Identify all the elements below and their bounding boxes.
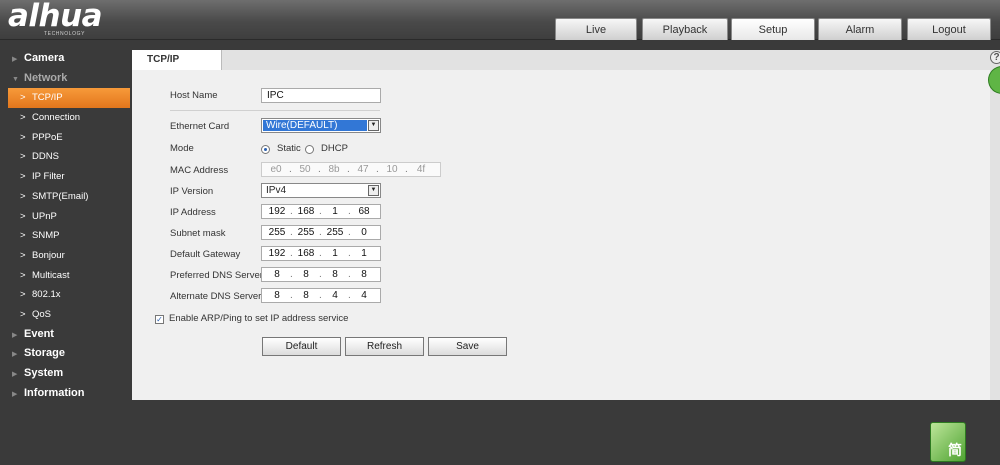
- subnet-mask-input[interactable]: 255. 255. 255. 0: [261, 225, 381, 240]
- tab-playback[interactable]: Playback: [642, 18, 728, 40]
- sidebar-item-label: Bonjour: [32, 249, 65, 261]
- sidebar-item-camera[interactable]: ▶ Camera: [0, 49, 132, 69]
- sidebar-item-label: PPPoE: [32, 131, 63, 143]
- alternate-dns-label: Alternate DNS Server: [170, 291, 262, 302]
- sidebar-item-smtp[interactable]: > SMTP(Email): [0, 187, 132, 207]
- sidebar-item-ddns[interactable]: > DDNS: [0, 147, 132, 167]
- brand-logo: alhua: [8, 0, 103, 34]
- sidebar-item-tcpip[interactable]: > TCP/IP: [8, 88, 130, 109]
- sidebar-item-label: DDNS: [32, 151, 59, 163]
- ip-version-value: IPv4: [266, 185, 287, 196]
- arp-ping-label: Enable ARP/Ping to set IP address servic…: [169, 313, 349, 324]
- sidebar-item-ip-filter[interactable]: > IP Filter: [0, 167, 132, 187]
- sidebar-item-storage[interactable]: ▶ Storage: [0, 344, 132, 364]
- sidebar-item-label: UPnP: [32, 210, 57, 222]
- sidebar-item-snmp[interactable]: > SNMP: [0, 226, 132, 246]
- sidebar-item-8021x[interactable]: >802.1x: [0, 285, 132, 305]
- tab-alarm[interactable]: Alarm: [818, 18, 902, 40]
- mac-address-label: MAC Address: [170, 165, 229, 176]
- mac-address-field: e0. 50. 8b. 47. 10. 4f: [261, 162, 441, 177]
- mode-dhcp-label: DHCP: [321, 143, 348, 154]
- brand-subtitle: TECHNOLOGY: [44, 31, 86, 37]
- sidebar-item-system[interactable]: ▶ System: [0, 364, 132, 384]
- sidebar-item-label: SNMP: [32, 230, 60, 242]
- sidebar-item-label: QoS: [32, 308, 52, 320]
- sidebar-item-label: System: [24, 367, 64, 379]
- ethernet-card-label: Ethernet Card: [170, 121, 230, 132]
- language-label: 简: [948, 442, 962, 458]
- host-name-label: Host Name: [170, 90, 218, 101]
- arp-ping-checkbox[interactable]: ✓: [155, 315, 164, 324]
- sidebar-item-label: Connection: [32, 112, 81, 124]
- sidebar-item-label: TCP/IP: [32, 92, 63, 104]
- chevron-down-icon[interactable]: ▼: [368, 185, 379, 196]
- mode-dhcp-radio[interactable]: [305, 145, 314, 154]
- ip-version-select[interactable]: IPv4 ▼: [261, 183, 381, 198]
- save-button[interactable]: Save: [428, 337, 507, 356]
- tab-logout[interactable]: Logout: [907, 18, 991, 40]
- sidebar-item-label: 802.1x: [32, 289, 61, 301]
- sidebar-item-bonjour[interactable]: > Bonjour: [0, 246, 132, 266]
- mode-static-radio[interactable]: [261, 145, 270, 154]
- sidebar-item-network[interactable]: ▼ Network: [0, 69, 132, 89]
- tab-setup[interactable]: Setup: [731, 18, 815, 40]
- chevron-down-icon[interactable]: ▼: [368, 120, 379, 131]
- sidebar-item-information[interactable]: ▶ Information: [0, 384, 132, 404]
- preferred-dns-label: Preferred DNS Server: [170, 270, 263, 281]
- default-gateway-label: Default Gateway: [170, 249, 241, 260]
- ip-address-input[interactable]: 192. 168. 1. 68: [261, 204, 381, 219]
- sidebar-item-label: SMTP(Email): [32, 190, 89, 202]
- sidebar-item-label: Network: [24, 71, 68, 84]
- top-header: alhua TECHNOLOGY Live Playback Setup Ala…: [0, 0, 1000, 40]
- sidebar-item-upnp[interactable]: > UPnP: [0, 207, 132, 227]
- mode-static-label: Static: [277, 143, 301, 154]
- host-name-input[interactable]: IPC: [261, 88, 381, 103]
- refresh-button[interactable]: Refresh: [345, 337, 424, 356]
- sidebar: ▶ Camera ▼ Network > TCP/IP > Connection > PP…: [0, 49, 132, 403]
- sidebar-item-event[interactable]: ▶ Event: [0, 325, 132, 345]
- default-button[interactable]: Default: [262, 337, 341, 356]
- sidebar-item-label: Event: [24, 327, 54, 340]
- sidebar-item-pppoe[interactable]: > PPPoE: [0, 128, 132, 148]
- sidebar-item-connection[interactable]: > Connection: [0, 108, 132, 128]
- ip-version-label: IP Version: [170, 186, 214, 197]
- alternate-dns-input[interactable]: 8. 8. 4. 4: [261, 288, 381, 303]
- help-icon[interactable]: ?: [990, 51, 1000, 64]
- divider: [170, 110, 380, 111]
- sidebar-item-multicast[interactable]: > Multicast: [0, 266, 132, 286]
- default-gateway-input[interactable]: 192. 168. 1. 1: [261, 246, 381, 261]
- subnet-mask-label: Subnet mask: [170, 228, 226, 239]
- tab-tcpip[interactable]: TCP/IP: [132, 50, 222, 70]
- sidebar-item-label: IP Filter: [32, 171, 65, 183]
- sidebar-item-label: Multicast: [32, 269, 70, 281]
- preferred-dns-input[interactable]: 8. 8. 8. 8: [261, 267, 381, 282]
- tab-live[interactable]: Live: [555, 18, 637, 40]
- sidebar-item-label: Camera: [24, 52, 65, 64]
- ethernet-card-value: Wire(DEFAULT): [263, 120, 367, 131]
- sidebar-item-label: Storage: [24, 347, 65, 360]
- mode-label: Mode: [170, 143, 194, 154]
- ethernet-card-select[interactable]: Wire(DEFAULT) ▼: [261, 118, 381, 133]
- sidebar-item-label: Information: [24, 386, 85, 399]
- sidebar-item-qos[interactable]: > QoS: [0, 305, 132, 325]
- language-icon[interactable]: 简: [930, 422, 966, 462]
- ip-address-label: IP Address: [170, 207, 216, 218]
